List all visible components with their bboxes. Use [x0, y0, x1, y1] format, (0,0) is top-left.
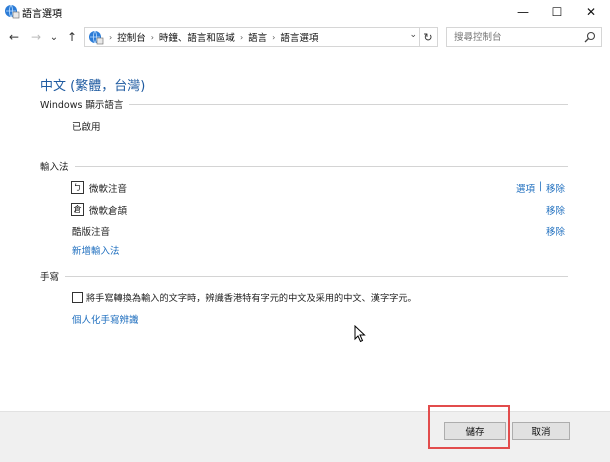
maximize-button[interactable]: ☐ [540, 0, 574, 24]
recent-locations-button[interactable]: ⌄ [46, 28, 62, 46]
handwriting-section: 手寫 [40, 269, 568, 283]
section-label: Windows 顯示語言 [40, 97, 130, 111]
chevron-right-icon: › [109, 32, 113, 42]
ime-name: 微軟倉頡 [89, 206, 128, 217]
control-panel-icon [89, 30, 104, 45]
section-label: 輸入法 [40, 159, 75, 173]
section-label: 手寫 [40, 269, 66, 283]
personalize-handwriting-link[interactable]: 個人化手寫辨識 [72, 312, 139, 326]
bopomofo-ime-icon: ㄅ [71, 181, 84, 194]
control-panel-globe-icon [5, 4, 20, 19]
chevron-right-icon: › [239, 32, 244, 42]
handwriting-checkbox-label[interactable]: 將手寫轉換為輸入的文字時，辨識香港特有字元的中文及采用的中文、漢字字元。 [86, 290, 417, 304]
ime-remove-link[interactable]: 移除 [546, 181, 565, 195]
mouse-cursor-icon [354, 325, 366, 343]
add-input-method-link[interactable]: 新增輸入法 [72, 243, 120, 257]
chevron-right-icon: › [150, 32, 154, 42]
breadcrumb-clock-language-region[interactable]: 時鐘、語言和區域 [159, 30, 235, 44]
close-button[interactable]: ✕ [574, 0, 608, 24]
ime-options-link[interactable]: 選項 [516, 181, 535, 195]
back-button[interactable]: ← [6, 28, 22, 46]
divider [40, 276, 568, 277]
breadcrumb-language-options[interactable]: 語言選項 [280, 30, 318, 44]
save-highlight-box [428, 405, 510, 449]
search-box[interactable] [446, 27, 602, 47]
forward-button[interactable]: → [28, 28, 44, 46]
refresh-button[interactable]: ↻ [419, 27, 438, 47]
display-language-section: Windows 顯示語言 [40, 97, 568, 111]
link-separator: | [539, 181, 543, 192]
handwriting-hk-checkbox[interactable] [72, 292, 83, 303]
search-icon[interactable] [584, 31, 596, 43]
divider [40, 166, 568, 167]
search-input[interactable] [452, 30, 582, 44]
address-bar[interactable]: › 控制台 › 時鐘、語言和區域 › 語言 › 語言選項 ⌄ [84, 27, 420, 47]
chevron-right-icon: › [272, 32, 276, 42]
up-button[interactable]: ↑ [64, 28, 80, 46]
breadcrumb-language[interactable]: 語言 [248, 30, 267, 44]
input-method-section: 輸入法 [40, 159, 568, 173]
display-language-status: 已啟用 [72, 122, 101, 133]
navigation-bar: ← → ⌄ ↑ › 控制台 › 時鐘、語言和區域 › 語言 › 語言選項 ⌄ ↻ [0, 26, 610, 48]
breadcrumb-control-panel[interactable]: 控制台 [117, 30, 146, 44]
minimize-button[interactable]: — [506, 0, 540, 24]
ime-name: 酷版注音 [72, 227, 111, 238]
cancel-button[interactable]: 取消 [512, 422, 570, 440]
cangjie-ime-icon: 倉 [71, 203, 84, 216]
ime-name: 微軟注音 [89, 184, 128, 195]
page-title: 中文 (繁體，台灣) [40, 79, 146, 94]
ime-remove-link[interactable]: 移除 [546, 203, 565, 217]
ime-remove-link[interactable]: 移除 [546, 224, 565, 238]
title-bar: 語言選項 — ☐ ✕ [0, 0, 610, 24]
address-dropdown-button[interactable]: ⌄ [409, 30, 417, 40]
window-title: 語言選項 [22, 9, 62, 20]
